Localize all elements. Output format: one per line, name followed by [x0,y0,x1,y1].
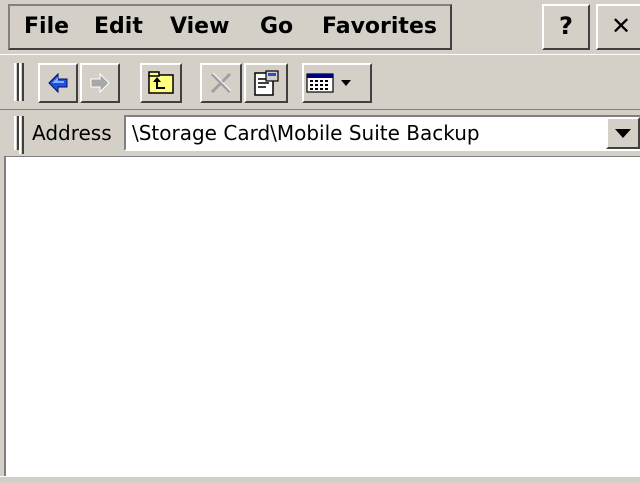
help-icon: ? [559,12,573,40]
forward-arrow-icon [90,72,110,94]
address-input[interactable]: \Storage Card\Mobile Suite Backup [132,119,480,147]
up-folder-icon [148,71,174,94]
chevron-down-icon [615,129,631,138]
up-folder-button[interactable] [140,63,182,103]
view-menu-button[interactable] [302,63,372,103]
toolbar [0,54,640,110]
delete-icon [210,72,232,94]
toolbar-grip[interactable] [14,63,24,101]
close-button[interactable]: ✕ [596,4,640,50]
forward-button[interactable] [80,63,120,103]
menu-go[interactable]: Go [260,10,293,44]
address-dropdown-button[interactable] [606,117,640,149]
back-button[interactable] [38,63,78,103]
back-arrow-icon [48,72,68,94]
menu-file[interactable]: File [24,10,69,44]
address-label: Address [32,121,112,145]
help-button[interactable]: ? [542,4,590,50]
close-icon: ✕ [610,12,632,40]
properties-icon [254,70,279,96]
address-grip[interactable] [14,116,24,154]
menu-favorites[interactable]: Favorites [322,10,437,44]
view-menu-icon [306,73,351,93]
address-field[interactable]: \Storage Card\Mobile Suite Backup [124,115,640,151]
delete-button[interactable] [200,63,242,103]
address-bar: Address \Storage Card\Mobile Suite Backu… [0,112,640,154]
properties-button[interactable] [244,63,288,103]
menu-bar: File Edit View Go Favorites [8,4,452,50]
menu-view[interactable]: View [170,10,229,44]
menu-edit[interactable]: Edit [94,10,143,44]
file-list-pane[interactable] [4,156,640,478]
